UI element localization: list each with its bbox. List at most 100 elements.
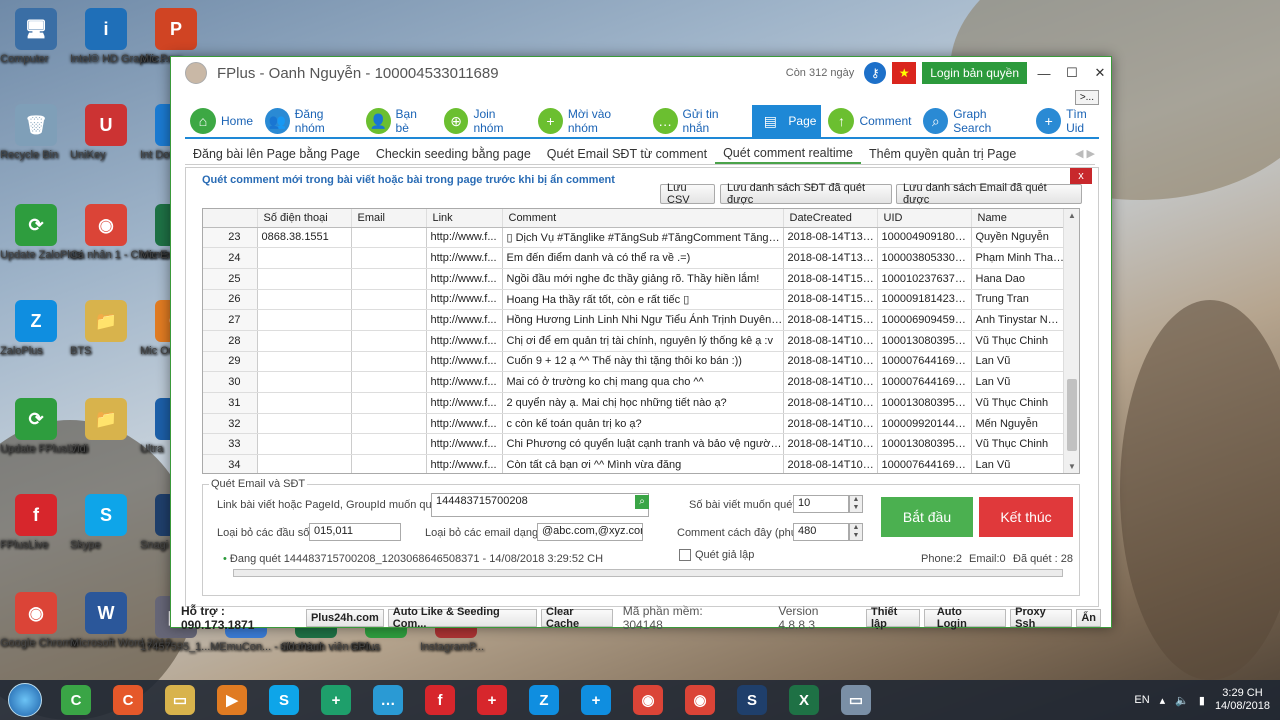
taskbar-item-zalo[interactable]: Z bbox=[518, 680, 570, 720]
stop-button[interactable]: Kết thúc bbox=[979, 497, 1073, 537]
desktop-icon[interactable]: P Mic Pow bbox=[140, 8, 212, 65]
save-csv-button[interactable]: Lưu CSV bbox=[660, 182, 715, 206]
nav-item-gửi-tin-nhắn[interactable]: … Gửi tin nhắn bbox=[648, 105, 751, 137]
plus24h-button[interactable]: Plus24h.com bbox=[305, 609, 384, 627]
search-icon[interactable]: ⌕ bbox=[635, 495, 649, 509]
clear-cache-button[interactable]: Clear Cache bbox=[541, 606, 613, 630]
subtab[interactable]: Checkin seeding bằng page bbox=[368, 145, 539, 163]
taskbar-item-fplus[interactable]: f bbox=[414, 680, 466, 720]
desktop-icon[interactable]: W Microsoft Word 2010 bbox=[70, 592, 171, 649]
nav-item-home[interactable]: ⌂ Home bbox=[185, 105, 258, 137]
column-header[interactable]: DateCreated bbox=[783, 209, 878, 228]
nav-item-đăng-nhóm[interactable]: 👥 Đăng nhóm bbox=[260, 105, 359, 137]
subtab[interactable]: Thêm quyền quản trị Page bbox=[861, 145, 1024, 163]
nav-item-comment[interactable]: ↑ Comment bbox=[823, 105, 916, 137]
subtab[interactable]: Quét Email SĐT từ comment bbox=[539, 145, 715, 163]
fake-scan-checkbox[interactable] bbox=[679, 549, 691, 561]
scroll-up-icon[interactable]: ▲ bbox=[1064, 211, 1079, 220]
taskbar-item-plus-blue[interactable]: + bbox=[570, 680, 622, 720]
license-login-button[interactable]: Login bản quyền bbox=[922, 62, 1027, 84]
table-row[interactable]: 23 0868.38.1551 http://www.f... ▯ Dịch Vụ #… bbox=[203, 227, 1066, 249]
desktop-icon[interactable]: U UniKey bbox=[70, 104, 142, 161]
proxy-ssh-button[interactable]: Proxy Ssh bbox=[1010, 606, 1073, 630]
desktop-icon[interactable]: 📁 Vidi bbox=[70, 398, 142, 455]
taskbar-item-other[interactable]: ▭ bbox=[830, 680, 882, 720]
hide-button[interactable]: Ẩn bbox=[1076, 609, 1101, 627]
grid-scrollbar[interactable]: ▲ ▼ bbox=[1063, 209, 1079, 473]
taskbar-item-excel[interactable]: X bbox=[778, 680, 830, 720]
vietnam-flag-icon[interactable]: ★ bbox=[892, 62, 917, 84]
auto-login-button[interactable]: Auto Login bbox=[923, 606, 1007, 630]
save-email-list-button[interactable]: Lưu danh sách Email đã quét được bbox=[896, 182, 1082, 206]
clock[interactable]: 3:29 CH 14/08/2018 bbox=[1215, 687, 1270, 713]
taskbar-item-chat[interactable]: … bbox=[362, 680, 414, 720]
table-row[interactable]: 32 http://www.f... c còn kế toán quản trị … bbox=[203, 413, 1066, 435]
table-row[interactable]: 34 http://www.f... Còn tất cả bạn ơi ^^ Mì… bbox=[203, 454, 1066, 473]
more-button[interactable]: >... bbox=[1074, 90, 1099, 105]
column-header[interactable]: Comment bbox=[502, 209, 784, 228]
subtab[interactable]: Quét comment realtime bbox=[715, 144, 861, 164]
table-row[interactable]: 27 http://www.f... Hồng Hương Linh Linh Nh… bbox=[203, 309, 1066, 331]
close-button[interactable]: ✕ bbox=[1089, 65, 1111, 81]
table-row[interactable]: 28 http://www.f... Chị ơi để em quản trị t… bbox=[203, 330, 1066, 352]
auto-like-seeding-button[interactable]: Auto Like & Seeding Com... bbox=[387, 606, 538, 630]
table-row[interactable]: 29 http://www.f... Cuốn 9 + 12 ạ ^^ Thế nà… bbox=[203, 351, 1066, 373]
start-button[interactable]: Bắt đầu bbox=[881, 497, 973, 537]
desktop-icon[interactable]: 🖥 Computer bbox=[0, 8, 72, 65]
taskbar-item-plus-red[interactable]: + bbox=[466, 680, 518, 720]
start-button[interactable] bbox=[0, 680, 50, 720]
column-header[interactable]: UID bbox=[877, 209, 972, 228]
save-phone-list-button[interactable]: Lưu danh sách SĐT đã quét được bbox=[720, 182, 892, 206]
link-input[interactable]: 144483715700208 bbox=[431, 493, 649, 517]
nav-item-bạn-bè[interactable]: 👤 Bạn bè bbox=[361, 105, 437, 137]
column-header[interactable]: Số điện thoại bbox=[257, 209, 352, 228]
desktop-icon[interactable]: 🗑 Recycle Bin bbox=[0, 104, 72, 161]
settings-button[interactable]: Thiết lập bbox=[866, 606, 920, 630]
taskbar-item-snagit[interactable]: S bbox=[726, 680, 778, 720]
email-filter-input[interactable]: @abc.com,@xyz.com bbox=[537, 523, 643, 541]
table-row[interactable]: 31 http://www.f... 2 quyển này ạ. Mai chị … bbox=[203, 392, 1066, 414]
language-indicator[interactable]: EN bbox=[1134, 694, 1149, 706]
desktop-icon[interactable]: ◉ Google Chrome bbox=[0, 592, 78, 649]
table-row[interactable]: 33 http://www.f... Chi Phương có quyển luậ… bbox=[203, 433, 1066, 456]
nav-item-mời-vào-nhóm[interactable]: + Mời vào nhóm bbox=[533, 105, 646, 137]
column-header[interactable]: Email bbox=[351, 209, 427, 228]
taskbar-item-chrome[interactable]: ◉ bbox=[622, 680, 674, 720]
prefix-input[interactable]: 015,011 bbox=[309, 523, 401, 541]
taskbar-item-plus-green[interactable]: + bbox=[310, 680, 362, 720]
nav-item-join-nhóm[interactable]: ⊕ Join nhóm bbox=[439, 105, 531, 137]
desktop-icon[interactable]: S Skype bbox=[70, 494, 142, 551]
scroll-down-icon[interactable]: ▼ bbox=[1064, 462, 1079, 471]
column-header[interactable]: Link bbox=[426, 209, 503, 228]
desktop-icon[interactable]: f FPlusLive bbox=[0, 494, 72, 551]
volume-icon[interactable]: 🔈 bbox=[1175, 694, 1189, 707]
network-icon[interactable]: ▮ bbox=[1199, 694, 1205, 707]
nav-item-tìm-uid[interactable]: + Tìm Uid bbox=[1031, 105, 1111, 137]
taskbar-item-skype[interactable]: S bbox=[258, 680, 310, 720]
posts-count-input[interactable]: 10 bbox=[793, 495, 849, 513]
subtab[interactable]: Đăng bài lên Page bằng Page bbox=[185, 145, 368, 163]
desktop-icon[interactable]: ⟳ Update ZaloPlus bbox=[0, 204, 81, 261]
interval-input[interactable]: 480 bbox=[793, 523, 849, 541]
tray-arrow-icon[interactable]: ▴ bbox=[1160, 694, 1166, 707]
table-row[interactable]: 26 http://www.f... Hoang Ha thầy rất tốt, … bbox=[203, 289, 1066, 311]
taskbar-item-media[interactable]: ▶ bbox=[206, 680, 258, 720]
taskbar-item-chrome-2[interactable]: ◉ bbox=[674, 680, 726, 720]
desktop-icon[interactable]: Z ZaloPlus bbox=[0, 300, 72, 357]
posts-spinner[interactable]: ▲ ▼ bbox=[849, 495, 863, 513]
scroll-thumb[interactable] bbox=[1067, 379, 1077, 451]
column-header[interactable]: Name bbox=[971, 209, 1066, 228]
nav-item-graph-search[interactable]: ⌕ Graph Search bbox=[918, 105, 1029, 137]
desktop-icon[interactable]: ⟳ Update FPlusLive bbox=[0, 398, 87, 455]
tab-scroll-arrows-icon[interactable]: ◀ ▶ bbox=[1075, 147, 1095, 160]
taskbar-item-explorer[interactable]: ▭ bbox=[154, 680, 206, 720]
desktop-icon[interactable]: 📁 BTS bbox=[70, 300, 142, 357]
desktop-icon[interactable]: i Intel® HD Graphic... bbox=[70, 8, 169, 65]
key-icon[interactable]: ⚷ bbox=[864, 62, 887, 84]
table-row[interactable]: 25 http://www.f... Ngồi đầu mới nghe đc th… bbox=[203, 268, 1066, 290]
taskbar-item-ccleaner-2[interactable]: C bbox=[102, 680, 154, 720]
desktop-icon[interactable]: ◉ Cá nhân 1 - Chrome bbox=[70, 204, 170, 261]
column-header[interactable] bbox=[203, 209, 258, 228]
taskbar-item-ccleaner[interactable]: C bbox=[50, 680, 102, 720]
nav-item-page[interactable]: ▤ Page bbox=[752, 105, 822, 137]
